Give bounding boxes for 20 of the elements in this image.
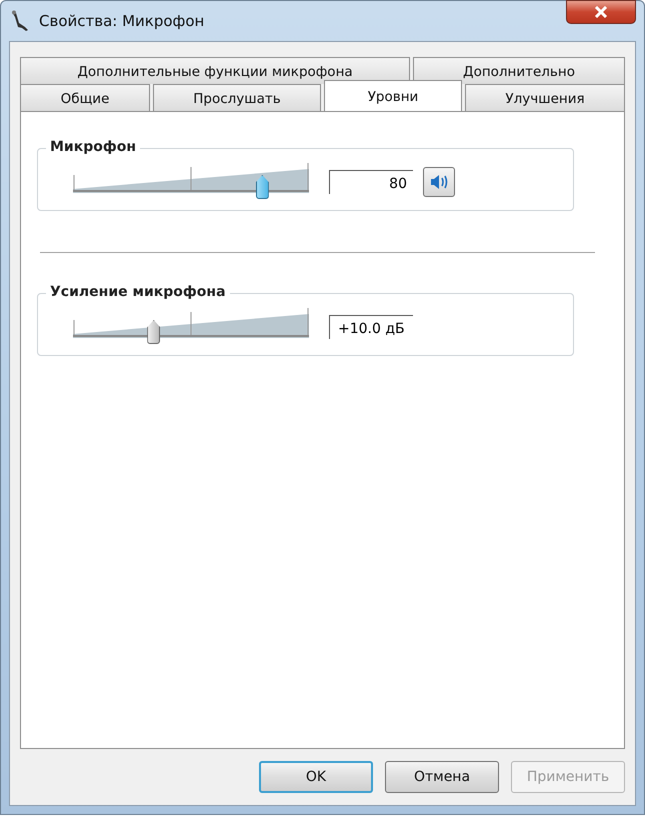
group-label: Усиление микрофона xyxy=(46,284,230,300)
dialog-button[interactable]: OK xyxy=(259,761,373,793)
tab[interactable]: Дополнительные функции микрофона xyxy=(20,57,410,84)
tab[interactable]: Дополнительно xyxy=(413,57,625,84)
close-icon xyxy=(594,6,608,18)
tab[interactable]: Уровни xyxy=(324,80,462,111)
slider[interactable] xyxy=(73,308,309,346)
tab[interactable]: Общие xyxy=(20,84,150,111)
mute-button[interactable] xyxy=(423,167,455,197)
tab[interactable]: Улучшения xyxy=(465,84,625,111)
value-field[interactable]: 80 xyxy=(329,170,413,194)
value-field[interactable]: +10.0 дБ xyxy=(329,315,413,339)
close-button[interactable] xyxy=(566,0,636,24)
speaker-icon xyxy=(429,173,449,191)
slider-thumb[interactable] xyxy=(147,320,160,344)
window-title: Свойства: Микрофон xyxy=(39,12,204,30)
tab[interactable]: Прослушать xyxy=(153,84,321,111)
slider[interactable] xyxy=(73,163,309,201)
group-label: Микрофон xyxy=(46,139,140,155)
dialog-button[interactable]: Отмена xyxy=(385,761,499,793)
